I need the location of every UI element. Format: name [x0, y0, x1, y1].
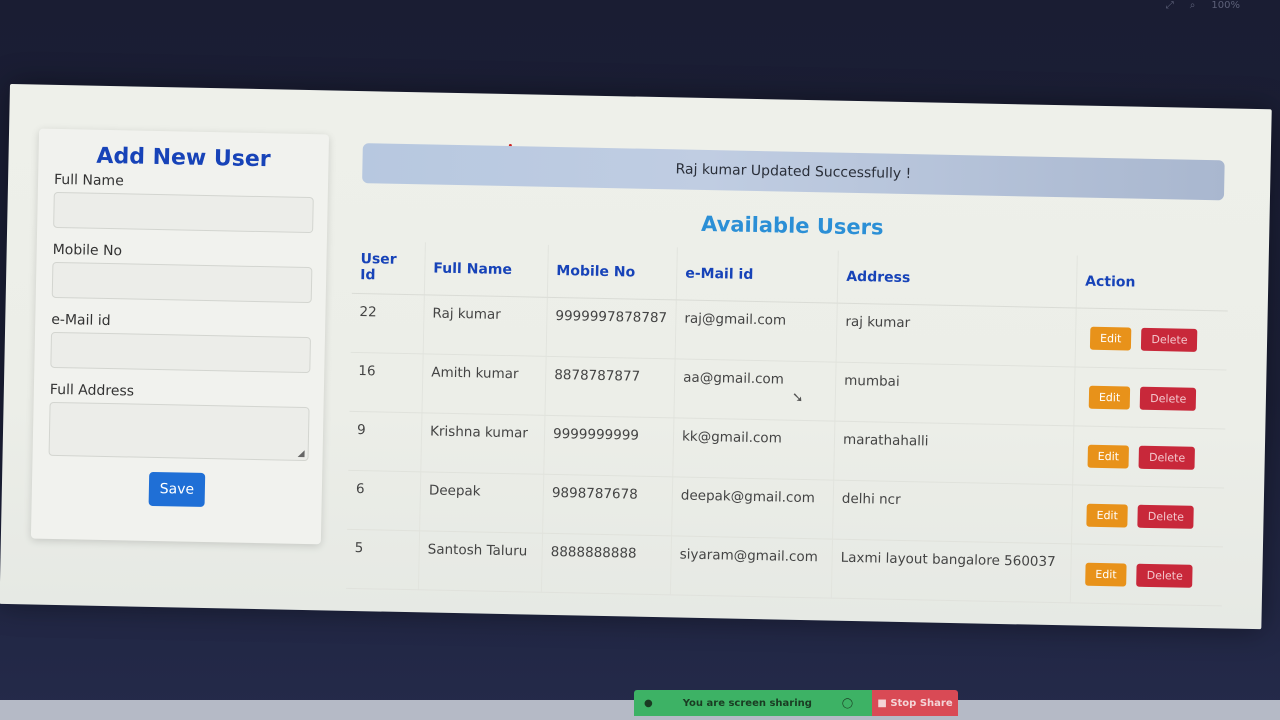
add-user-form: Add New User Full Name Mobile No e-Mail … [30, 128, 330, 545]
full-name-input[interactable] [53, 191, 314, 234]
full-name-label: Full Name [53, 171, 124, 190]
cell-address: raj kumar [836, 303, 1077, 367]
cell-address: delhi ncr [832, 480, 1073, 544]
mouse-cursor-icon: ➘ [791, 389, 804, 406]
cell-name: Krishna kumar [420, 412, 545, 475]
cell-mobile: 9999999999 [543, 415, 674, 477]
stop-icon: ■ [877, 697, 891, 709]
delete-button[interactable]: Delete [1141, 327, 1198, 352]
edit-button[interactable]: Edit [1087, 444, 1130, 469]
share-status-text: You are screen sharing [682, 697, 812, 709]
address-label: Full Address [49, 381, 135, 400]
cell-id: 22 [350, 293, 425, 354]
cell-mobile: 9898787678 [542, 474, 673, 536]
cell-name: Amith kumar [421, 353, 547, 416]
screen-share-bar: ● You are screen sharing ◯ ■ Stop Share [634, 690, 958, 716]
cell-actions: Edit Delete [1071, 484, 1225, 547]
edit-button[interactable]: Edit [1089, 326, 1132, 351]
users-title: Available Users [700, 211, 884, 240]
cell-actions: Edit Delete [1072, 425, 1226, 488]
email-label: e-Mail id [51, 311, 111, 330]
cell-mobile: 8878787877 [544, 356, 676, 418]
form-title: Add New User [96, 143, 271, 173]
cell-mobile: 9999997878787 [546, 297, 677, 359]
email-input[interactable] [50, 331, 311, 374]
save-button[interactable]: Save [148, 471, 206, 507]
mobile-label: Mobile No [52, 241, 123, 260]
cell-address: marathahalli [833, 421, 1074, 485]
cell-email: siyaram@gmail.com [670, 535, 833, 599]
app-screen: Add New User Full Name Mobile No e-Mail … [0, 84, 1272, 630]
col-address: Address [837, 250, 1078, 308]
cell-email: deepak@gmail.com [671, 476, 834, 540]
cell-mobile: 8888888888 [541, 533, 672, 595]
cell-name: Deepak [419, 471, 544, 534]
stop-share-label: Stop Share [890, 697, 953, 709]
mobile-input[interactable] [51, 261, 313, 304]
delete-button[interactable]: Delete [1138, 445, 1196, 470]
alert-message: Raj kumar Updated Successfully ! [675, 161, 912, 183]
cell-address: mumbai [834, 362, 1076, 426]
edit-button[interactable]: Edit [1085, 562, 1127, 587]
expand-icon[interactable]: ⤢ [1166, 0, 1174, 14]
col-mobile: Mobile No [547, 244, 678, 300]
col-action: Action [1076, 255, 1229, 311]
cell-id: 9 [348, 411, 422, 472]
cell-actions: Edit Delete [1075, 307, 1228, 370]
users-table: User Id Full Name Mobile No e-Mail id Ad… [345, 240, 1229, 607]
cell-name: Santosh Taluru [418, 530, 543, 593]
stop-share-button[interactable]: ■ Stop Share [872, 690, 958, 716]
cell-actions: Edit Delete [1070, 543, 1223, 606]
zoom-level: 100% [1211, 0, 1240, 11]
cell-email: raj@gmail.com [675, 299, 838, 363]
resize-handle-icon[interactable]: ◢ [298, 449, 305, 459]
col-user-id: User Id [351, 240, 426, 295]
share-status: ● You are screen sharing ◯ [634, 690, 872, 716]
success-alert: Raj kumar Updated Successfully ! [362, 143, 1225, 201]
edit-button[interactable]: Edit [1088, 385, 1131, 410]
cell-id: 6 [347, 470, 421, 531]
cell-address: Laxmi layout bangalore 560037 [831, 539, 1072, 603]
delete-button[interactable]: Delete [1136, 563, 1194, 588]
cell-id: 16 [349, 352, 424, 413]
address-textarea[interactable]: ◢ [48, 401, 310, 462]
col-email: e-Mail id [676, 247, 839, 304]
cell-actions: Edit Delete [1073, 366, 1227, 429]
col-full-name: Full Name [424, 242, 549, 298]
window-controls: ⤢ ⌕ 100% [1166, 0, 1240, 14]
delete-button[interactable]: Delete [1137, 504, 1195, 529]
share-pause-icon[interactable]: ◯ [842, 698, 853, 709]
edit-button[interactable]: Edit [1086, 503, 1129, 528]
share-indicator-icon: ● [644, 697, 653, 709]
cell-id: 5 [345, 529, 420, 590]
zoom-icon[interactable]: ⌕ [1190, 0, 1196, 14]
cell-name: Raj kumar [423, 294, 548, 357]
delete-button[interactable]: Delete [1140, 386, 1197, 411]
cell-email: aa@gmail.com [673, 358, 837, 422]
cell-email: kk@gmail.com [672, 417, 835, 481]
